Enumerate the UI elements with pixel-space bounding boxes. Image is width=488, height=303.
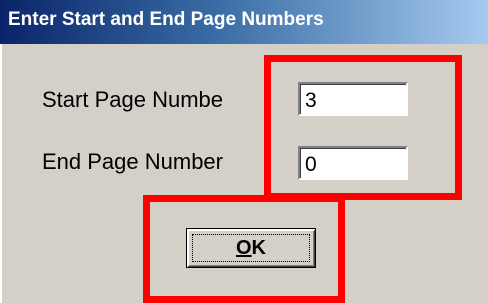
end-page-label: End Page Number — [42, 149, 223, 174]
title-bar[interactable]: Enter Start and End Page Numbers — [0, 0, 488, 44]
start-page-label: Start Page Numbe — [42, 87, 223, 112]
dialog-title: Enter Start and End Page Numbers — [8, 9, 324, 30]
input-fields-highlight-box — [264, 55, 462, 200]
ok-button-highlight-box — [143, 195, 345, 303]
dialog-window: Enter Start and End Page Numbers Start P… — [0, 0, 488, 303]
